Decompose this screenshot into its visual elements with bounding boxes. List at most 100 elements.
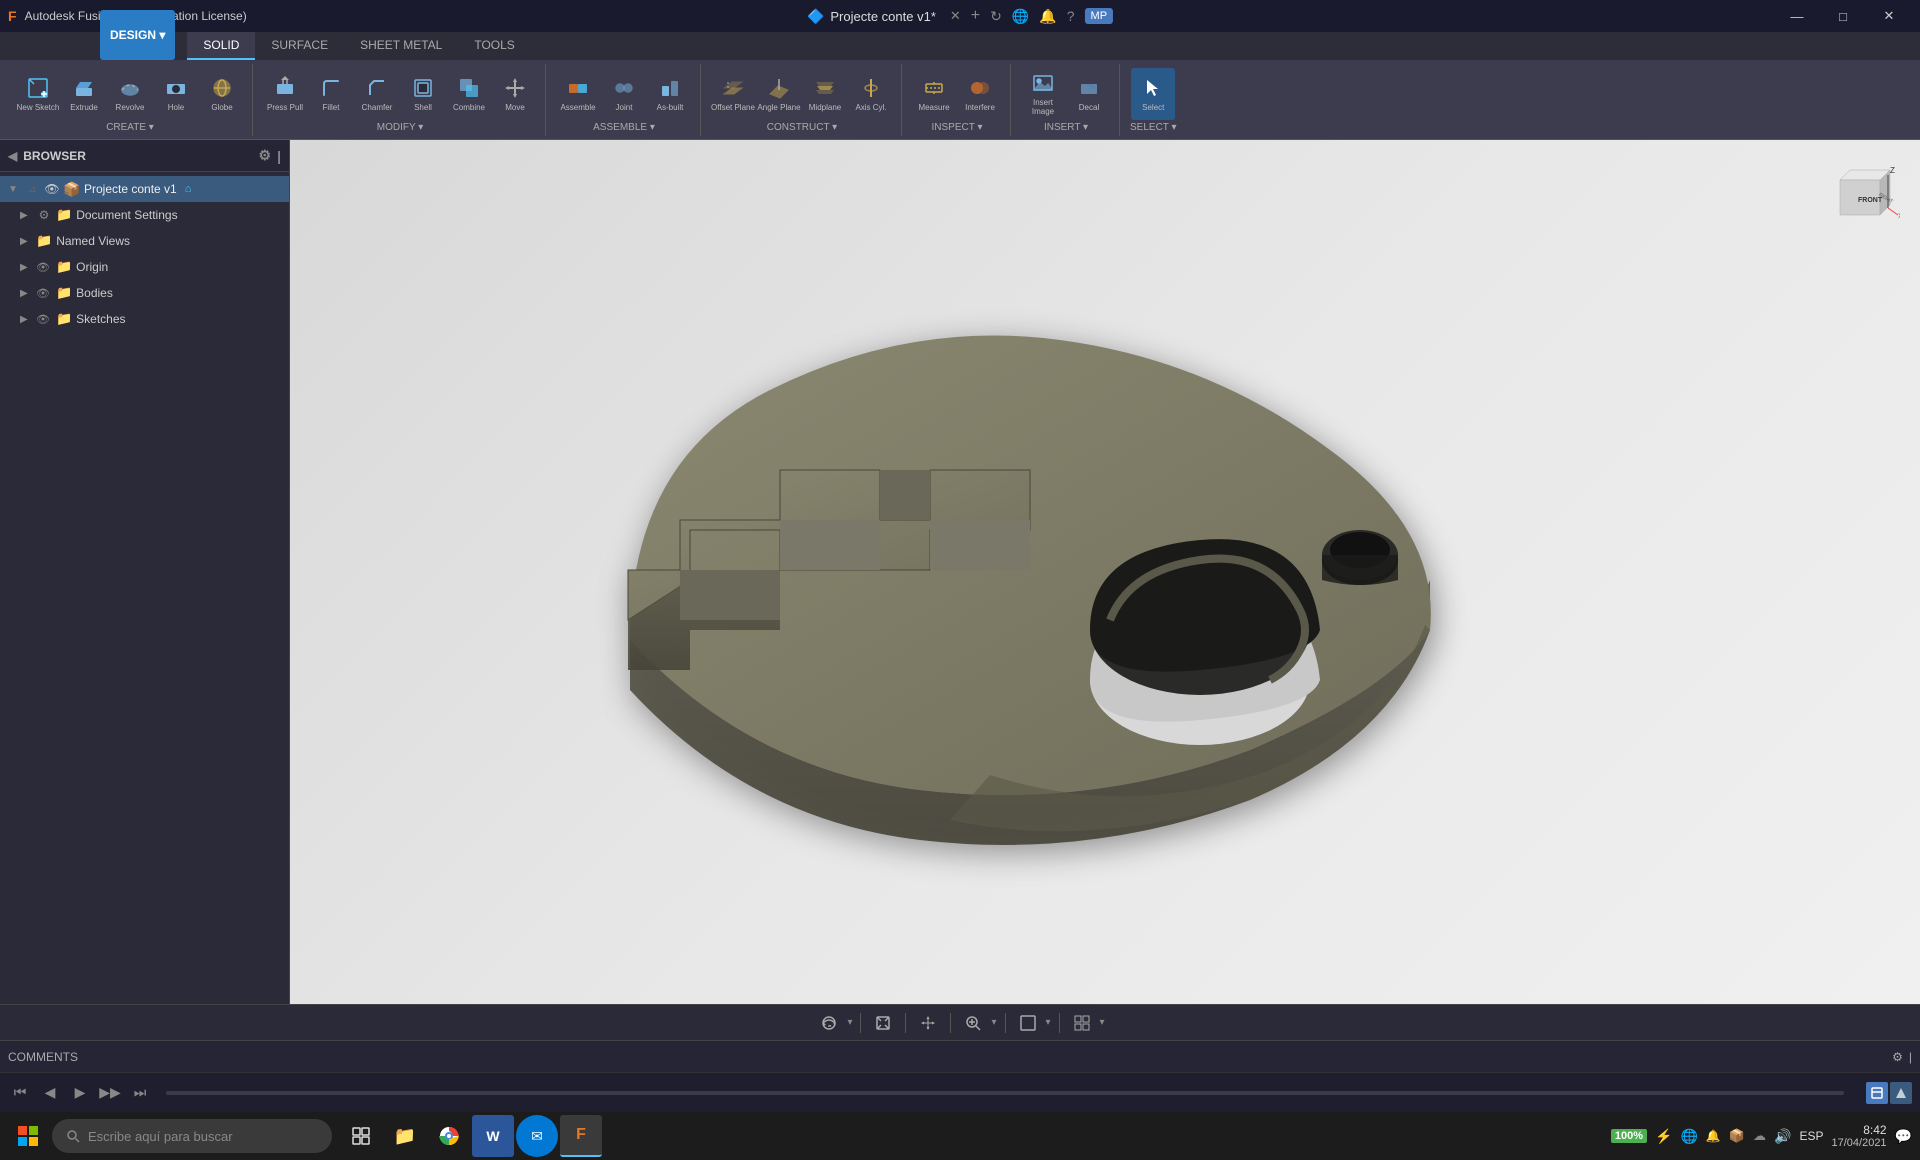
measure-btn[interactable]: Measure [912, 68, 956, 120]
viewcube[interactable]: FRONT RIGHT Z X [1820, 160, 1900, 240]
tl-end-btn[interactable]: ⏭ [128, 1081, 152, 1105]
maximize-btn[interactable]: □ [1820, 0, 1866, 32]
close-doc-btn[interactable]: ✕ [950, 8, 961, 24]
select-items: Select [1131, 68, 1175, 120]
tab-solid[interactable]: SOLID [187, 32, 255, 60]
tree-label-root: Projecte conte v1 [84, 182, 177, 196]
design-dropdown[interactable]: DESIGN ▾ [100, 10, 175, 60]
browser-panel: ◀ BROWSER ⚙ | ▼ ⊿ 👁 📦 Projecte conte v1 … [0, 140, 290, 1004]
press-pull-btn[interactable]: Press Pull [263, 68, 307, 120]
display-dropdown[interactable]: ▾ [1046, 1017, 1051, 1028]
minimize-btn[interactable]: — [1774, 0, 1820, 32]
grid-btn[interactable] [1068, 1009, 1096, 1037]
inspect-items: Measure Interfere [912, 68, 1002, 120]
joint-btn[interactable]: Joint [602, 68, 646, 120]
browser-pin-btn[interactable]: | [277, 148, 281, 164]
fillet-btn[interactable]: Fillet [309, 68, 353, 120]
move-btn[interactable]: Move [493, 68, 537, 120]
notifications-area[interactable]: 🔔 [1706, 1129, 1721, 1143]
tl-icon2[interactable] [1890, 1082, 1912, 1104]
new-sketch-btn[interactable]: New Sketch [16, 68, 60, 120]
tl-start-btn[interactable]: ⏮ [8, 1081, 32, 1105]
volume-icon[interactable]: 🔊 [1774, 1128, 1791, 1145]
tab-tools[interactable]: TOOLS [458, 32, 530, 60]
tree-doc-settings[interactable]: ▶ ⚙ 📁 Document Settings [12, 202, 289, 228]
shell-btn[interactable]: Shell [401, 68, 445, 120]
viewport[interactable]: FRONT RIGHT Z X [290, 140, 1920, 1004]
select-btn[interactable]: Select [1131, 68, 1175, 120]
taskbar-search-box[interactable]: Escribe aquí para buscar [52, 1119, 332, 1153]
eye-bodies[interactable]: 👁 [36, 287, 50, 300]
zoom-btn[interactable] [959, 1009, 987, 1037]
orbit-dropdown[interactable]: ▾ [847, 1017, 852, 1028]
comments-settings[interactable]: ⚙ [1892, 1050, 1903, 1064]
browser-settings-btn[interactable]: ⚙ [259, 147, 272, 164]
fit-btn[interactable] [869, 1009, 897, 1037]
interference-btn[interactable]: Interfere [958, 68, 1002, 120]
taskbar-word[interactable]: W [472, 1115, 514, 1157]
group-create: New Sketch Extrude Revolve [8, 64, 253, 136]
taskbar-explorer[interactable]: 📁 [384, 1115, 426, 1157]
svg-text:X: X [1898, 213, 1900, 220]
new-tab-btn[interactable]: + [971, 7, 980, 25]
pan-btn[interactable] [914, 1009, 942, 1037]
taskbar-fusion[interactable]: F [560, 1115, 602, 1157]
tab-sheet-metal[interactable]: SHEET METAL [344, 32, 458, 60]
orbit-btn[interactable] [815, 1009, 843, 1037]
tree-sketches[interactable]: ▶ 👁 📁 Sketches [12, 306, 289, 332]
close-btn[interactable]: ✕ [1866, 0, 1912, 32]
tl-play-btn[interactable]: ▶ [68, 1081, 92, 1105]
language-indicator: ESP [1799, 1129, 1823, 1143]
group-modify: Press Pull Fillet Chamfer Shell [255, 64, 546, 136]
globe-btn[interactable]: Globe [200, 68, 244, 120]
construct-btn2[interactable]: Angle Plane [757, 68, 801, 120]
hole-btn[interactable]: Hole [154, 68, 198, 120]
chamfer-btn[interactable]: Chamfer [355, 68, 399, 120]
taskbar-email[interactable]: ✉ [516, 1115, 558, 1157]
tl-prev-btn[interactable]: ◀ [38, 1081, 62, 1105]
combine-btn[interactable]: Combine [447, 68, 491, 120]
eye-origin[interactable]: 👁 [36, 261, 50, 274]
tree-bodies[interactable]: ▶ 👁 📁 Bodies [12, 280, 289, 306]
help-btn[interactable]: ? [1067, 8, 1075, 24]
extrude-btn[interactable]: Extrude [62, 68, 106, 120]
revolve-btn[interactable]: Revolve [108, 68, 152, 120]
tree-root[interactable]: ▼ ⊿ 👁 📦 Projecte conte v1 ⌂ [0, 176, 289, 202]
design-label: DESIGN ▾ [110, 28, 165, 42]
user-btn[interactable]: MP [1085, 8, 1114, 24]
offset-plane-btn[interactable]: Offset Plane [711, 68, 755, 120]
group-select: Select SELECT ▾ [1122, 64, 1185, 136]
notify-btn[interactable]: 🔔 [1039, 8, 1056, 25]
home-btn[interactable]: ⌂ [185, 183, 192, 195]
tab-surface[interactable]: SURFACE [255, 32, 344, 60]
midplane-btn[interactable]: Midplane [803, 68, 847, 120]
tl-icon-group [1866, 1082, 1912, 1104]
asbuilt-btn[interactable]: As-built [648, 68, 692, 120]
tl-icon1[interactable] [1866, 1082, 1888, 1104]
tree-named-views[interactable]: ▶ 📁 Named Views [12, 228, 289, 254]
grid-dropdown[interactable]: ▾ [1100, 1017, 1105, 1028]
eye-root[interactable]: 👁 [44, 181, 60, 197]
zoom-dropdown[interactable]: ▾ [991, 1017, 996, 1028]
timeline-bar[interactable] [166, 1091, 1844, 1095]
assemble-component-btn[interactable]: Assemble [556, 68, 600, 120]
sketches-folder-icon: 📁 [56, 311, 72, 327]
group-construct: Offset Plane Angle Plane Midplane [703, 64, 902, 136]
action-center-btn[interactable]: 💬 [1895, 1128, 1912, 1145]
taskbar-chrome[interactable] [428, 1115, 470, 1157]
comments-pin[interactable]: | [1909, 1050, 1912, 1064]
sep3 [950, 1013, 951, 1033]
task-view-btn[interactable] [340, 1115, 382, 1157]
decal-btn[interactable]: Decal [1067, 68, 1111, 120]
insert-image-btn[interactable]: Insert Image [1021, 68, 1065, 120]
global-btn[interactable]: 🌐 [1012, 8, 1029, 25]
tl-next-btn[interactable]: ▶▶ [98, 1081, 122, 1105]
main-area: ◀ BROWSER ⚙ | ▼ ⊿ 👁 📦 Projecte conte v1 … [0, 140, 1920, 1004]
axis-btn[interactable]: Axis Cyl. [849, 68, 893, 120]
start-button[interactable] [8, 1116, 48, 1156]
display-mode-btn[interactable] [1014, 1009, 1042, 1037]
collapse-browser-btn[interactable]: ◀ [8, 149, 17, 163]
tree-origin[interactable]: ▶ 👁 📁 Origin [12, 254, 289, 280]
eye-sketches[interactable]: 👁 [36, 313, 50, 326]
refresh-btn[interactable]: ↻ [990, 8, 1002, 25]
